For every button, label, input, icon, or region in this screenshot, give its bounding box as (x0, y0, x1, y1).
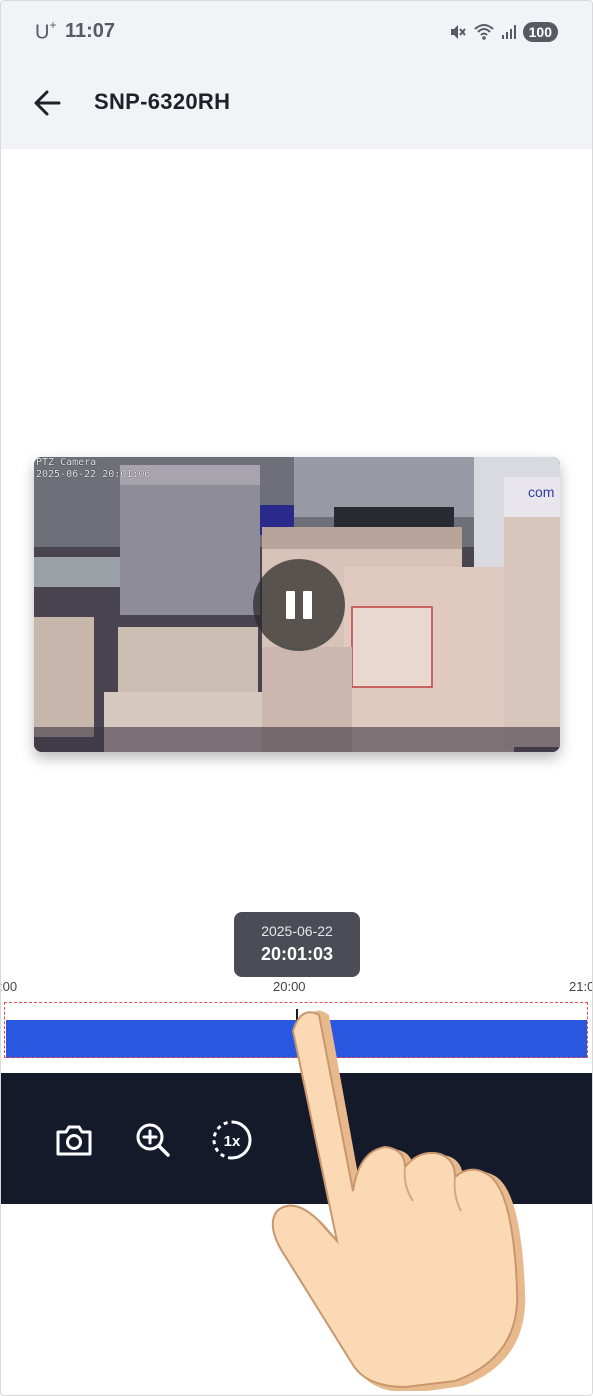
svg-text:com: com (528, 484, 554, 500)
time-tooltip: 2025-06-22 20:01:03 (234, 912, 360, 977)
status-icons: 100 (449, 20, 558, 44)
carrier-label: U+ (35, 18, 57, 44)
status-time: 11:07 (65, 20, 116, 42)
speed-1x-icon: 1x (212, 1120, 252, 1160)
osd-timestamp: 2025-06-22 20:01:06 (36, 469, 151, 480)
arrow-left-icon (34, 90, 61, 116)
zoom-in-icon (136, 1123, 170, 1157)
osd-camera-name: PTZ Camera (36, 457, 97, 468)
phone-screen: U+ 11:07 100 SNP-6320RH com PTZ Camera 2… (0, 0, 593, 1396)
timeline-tick-left: :00 (0, 979, 18, 994)
status-bar: U+ 11:07 100 (1, 1, 592, 61)
tooltip-date: 2025-06-22 (261, 923, 333, 939)
pause-button[interactable] (253, 559, 345, 651)
svg-text:1x: 1x (224, 1133, 241, 1150)
app-bar: SNP-6320RH (1, 61, 592, 149)
signal-icon (501, 25, 516, 39)
speed-button[interactable]: 1x (210, 1118, 254, 1162)
page-title: SNP-6320RH (94, 89, 231, 114)
video-osd: PTZ Camera 2025-06-22 20:01:06 (36, 457, 150, 481)
timeline-tick-right: 21:0 (569, 979, 593, 994)
battery-indicator: 100 (522, 22, 558, 42)
video-player[interactable]: com PTZ Camera 2025-06-22 20:01:06 (34, 457, 560, 752)
tap-hand-illustration (271, 1010, 526, 1391)
snapshot-button[interactable] (52, 1118, 96, 1162)
back-button[interactable] (29, 83, 69, 123)
timeline-tick-center: 20:00 (273, 979, 306, 994)
tooltip-time: 20:01:03 (260, 944, 334, 964)
wifi-icon (473, 24, 494, 40)
camera-icon (56, 1125, 92, 1156)
mute-icon (450, 25, 466, 39)
zoom-in-button[interactable] (131, 1118, 175, 1162)
